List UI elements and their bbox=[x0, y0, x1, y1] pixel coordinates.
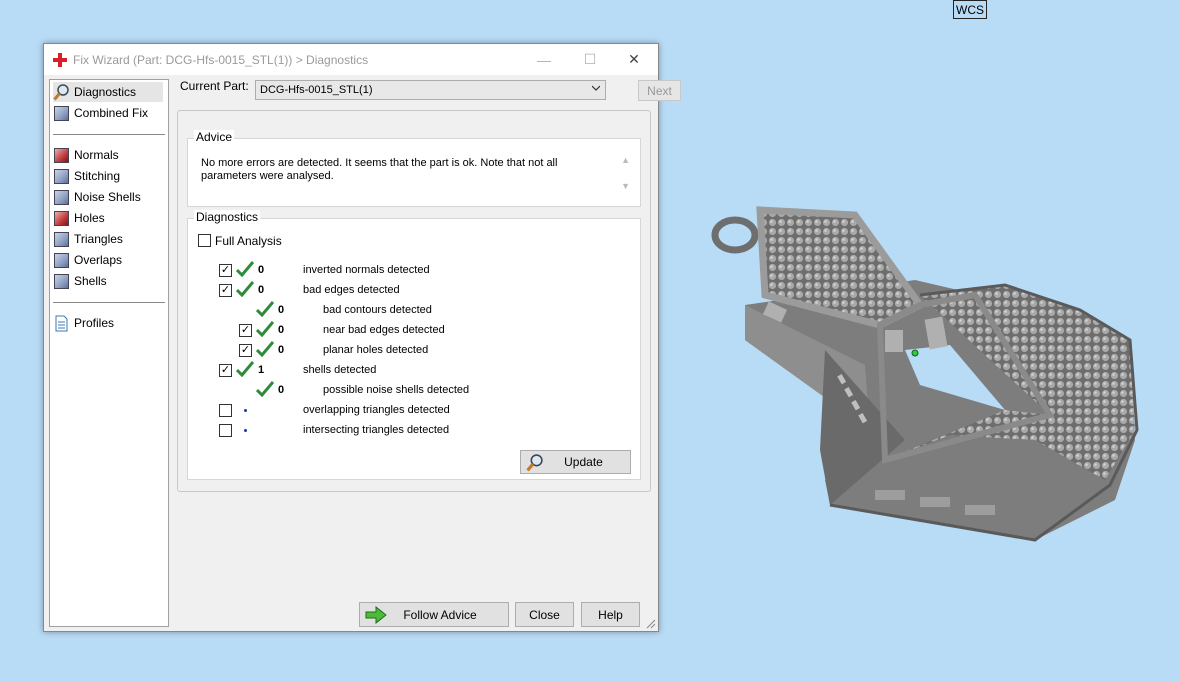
planar-holes-count: 0 bbox=[278, 344, 285, 356]
red-cross-icon bbox=[52, 52, 68, 68]
fix-wizard-window: Fix Wizard (Part: DCG-Hfs-0015_STL(1)) >… bbox=[43, 43, 681, 632]
sidebar: Diagnostics Combined Fix Normals Stitchi… bbox=[49, 79, 169, 627]
sidebar-divider bbox=[53, 302, 165, 303]
full-analysis-label: Full Analysis bbox=[215, 234, 282, 248]
advice-text: No more errors are detected. It seems th… bbox=[201, 157, 558, 182]
near-bad-edges-count: 0 bbox=[278, 324, 285, 336]
magnifier-icon bbox=[526, 454, 543, 472]
main-panel: Advice No more errors are detected. It s… bbox=[177, 110, 651, 492]
cube-icon bbox=[53, 189, 70, 206]
document-icon bbox=[53, 315, 70, 332]
shells-checkbox[interactable]: ✓ bbox=[219, 364, 232, 377]
pending-dot-icon bbox=[244, 409, 247, 412]
planar-holes-checkbox[interactable]: ✓ bbox=[239, 344, 252, 357]
planar-holes-label: planar holes detected bbox=[323, 344, 429, 356]
current-part-label: Current Part: bbox=[180, 79, 249, 93]
update-label: Update bbox=[564, 455, 603, 469]
sidebar-item-diagnostics[interactable]: Diagnostics bbox=[53, 82, 163, 102]
noise-shells-label: possible noise shells detected bbox=[323, 384, 470, 396]
minimize-button[interactable]: — bbox=[521, 44, 567, 75]
sidebar-item-label: Holes bbox=[74, 211, 105, 225]
sidebar-item-label: Combined Fix bbox=[74, 106, 149, 120]
close-button[interactable]: Close bbox=[515, 602, 574, 627]
check-icon bbox=[236, 261, 254, 277]
advice-title: Advice bbox=[194, 130, 235, 144]
sidebar-item-profiles[interactable]: Profiles bbox=[53, 313, 114, 333]
bad-edges-count: 0 bbox=[258, 284, 265, 296]
noise-shells-count: 0 bbox=[278, 384, 285, 396]
current-part-value: DCG-Hfs-0015_STL(1) bbox=[260, 84, 373, 96]
sidebar-item-holes[interactable]: Holes bbox=[53, 208, 105, 228]
sidebar-item-label: Stitching bbox=[74, 169, 121, 183]
cube-icon bbox=[53, 168, 70, 185]
red-cube-icon bbox=[53, 147, 70, 164]
diagnostics-title: Diagnostics bbox=[194, 210, 261, 224]
cube-icon bbox=[53, 231, 70, 248]
cube-icon bbox=[53, 252, 70, 269]
inverted-normals-checkbox[interactable]: ✓ bbox=[219, 264, 232, 277]
green-arrow-icon bbox=[365, 606, 387, 624]
red-cube-icon bbox=[53, 210, 70, 227]
sidebar-item-label: Overlaps bbox=[74, 253, 123, 267]
3d-model-viewport[interactable] bbox=[705, 200, 1145, 560]
check-icon bbox=[256, 301, 274, 317]
magnifier-icon bbox=[53, 83, 70, 101]
chevron-down-icon bbox=[592, 85, 600, 91]
next-button[interactable]: Next bbox=[638, 80, 681, 101]
sidebar-item-normals[interactable]: Normals bbox=[53, 145, 119, 165]
sidebar-item-label: Diagnostics bbox=[74, 85, 137, 99]
resize-grip-icon[interactable] bbox=[646, 619, 656, 629]
sidebar-item-overlaps[interactable]: Overlaps bbox=[53, 250, 122, 270]
sidebar-item-label: Shells bbox=[74, 274, 107, 288]
full-analysis-checkbox[interactable] bbox=[198, 234, 211, 247]
sidebar-item-label: Profiles bbox=[74, 316, 115, 330]
current-part-select[interactable]: DCG-Hfs-0015_STL(1) bbox=[255, 80, 606, 100]
help-button[interactable]: Help bbox=[581, 602, 640, 627]
sidebar-item-triangles[interactable]: Triangles bbox=[53, 229, 123, 249]
shells-label: shells detected bbox=[303, 364, 377, 376]
title-bar[interactable]: Fix Wizard (Part: DCG-Hfs-0015_STL(1)) >… bbox=[44, 44, 658, 75]
check-icon bbox=[236, 281, 254, 297]
overlapping-triangles-label: overlapping triangles detected bbox=[303, 404, 450, 416]
overlapping-triangles-checkbox[interactable] bbox=[219, 404, 232, 417]
bad-contours-count: 0 bbox=[278, 304, 285, 316]
scroll-up-icon[interactable]: ▲ bbox=[621, 155, 630, 165]
advice-group: Advice No more errors are detected. It s… bbox=[187, 130, 641, 207]
check-icon bbox=[256, 321, 274, 337]
check-icon bbox=[236, 361, 254, 377]
pending-dot-icon bbox=[244, 429, 247, 432]
wcs-label: WCS bbox=[953, 0, 987, 19]
check-icon bbox=[256, 381, 274, 397]
sidebar-item-label: Normals bbox=[74, 148, 119, 162]
sidebar-item-stitching[interactable]: Stitching bbox=[53, 166, 120, 186]
inverted-normals-count: 0 bbox=[258, 264, 265, 276]
follow-advice-button[interactable]: Follow Advice bbox=[359, 602, 509, 627]
follow-advice-label: Follow Advice bbox=[403, 607, 477, 622]
intersecting-triangles-checkbox[interactable] bbox=[219, 424, 232, 437]
scroll-down-icon[interactable]: ▼ bbox=[621, 181, 630, 191]
sidebar-divider bbox=[53, 134, 165, 135]
update-button[interactable]: Update bbox=[520, 450, 631, 474]
near-bad-edges-checkbox[interactable]: ✓ bbox=[239, 324, 252, 337]
near-bad-edges-label: near bad edges detected bbox=[323, 324, 445, 336]
sidebar-item-label: Noise Shells bbox=[74, 190, 141, 204]
sidebar-item-label: Triangles bbox=[74, 232, 123, 246]
sidebar-item-shells[interactable]: Shells bbox=[53, 271, 107, 291]
window-title: Fix Wizard (Part: DCG-Hfs-0015_STL(1)) >… bbox=[73, 52, 369, 67]
cube-icon bbox=[53, 105, 70, 122]
bad-edges-label: bad edges detected bbox=[303, 284, 400, 296]
maximize-button[interactable]: ☐ bbox=[567, 44, 613, 75]
sidebar-item-noise-shells[interactable]: Noise Shells bbox=[53, 187, 141, 207]
bad-edges-checkbox[interactable]: ✓ bbox=[219, 284, 232, 297]
check-icon bbox=[256, 341, 274, 357]
diagnostics-group: Diagnostics Full Analysis ✓ 0 inverted n… bbox=[187, 210, 641, 480]
cube-icon bbox=[53, 273, 70, 290]
close-window-button[interactable]: ✕ bbox=[611, 44, 657, 75]
intersecting-triangles-label: intersecting triangles detected bbox=[303, 424, 450, 436]
bad-contours-label: bad contours detected bbox=[323, 304, 432, 316]
sidebar-item-combined-fix[interactable]: Combined Fix bbox=[53, 103, 148, 123]
shells-count: 1 bbox=[258, 364, 265, 376]
inverted-normals-label: inverted normals detected bbox=[303, 264, 430, 276]
